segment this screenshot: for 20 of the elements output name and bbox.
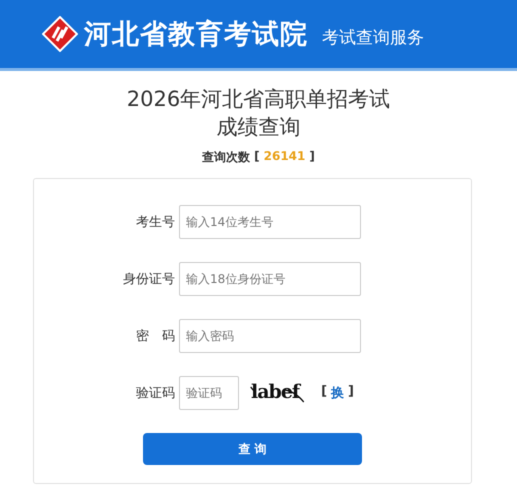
input-field[interactable]: 输入14位考生号 [179, 205, 361, 239]
site-subtitle: 考试查询服务 [322, 26, 424, 48]
bracket: ] [348, 384, 354, 401]
query-button[interactable]: 查 询 [143, 433, 362, 465]
bracket: [ [321, 384, 328, 401]
captcha-field[interactable]: 验证码 [179, 376, 239, 410]
field-label: 验证码 [135, 385, 176, 402]
refresh-link[interactable]: 换 [331, 384, 344, 402]
bracket: ] [309, 149, 315, 165]
input-field[interactable]: 输入密码 [179, 319, 361, 353]
field-label: 身份证号 [122, 271, 176, 288]
bracket: [ [254, 149, 260, 165]
page-title: 成绩查询 [216, 114, 300, 141]
count-label: 查询次数 [202, 149, 250, 166]
count-value: 26141 [264, 149, 306, 165]
field-label: 密 码 [135, 328, 176, 345]
site-title: 河北省教育考试院 [84, 18, 308, 52]
field-label: 考生号 [135, 214, 176, 231]
page-title: 2026年河北省高职单招考试 [126, 86, 390, 113]
input-field[interactable]: 输入18位身份证号 [179, 262, 361, 296]
